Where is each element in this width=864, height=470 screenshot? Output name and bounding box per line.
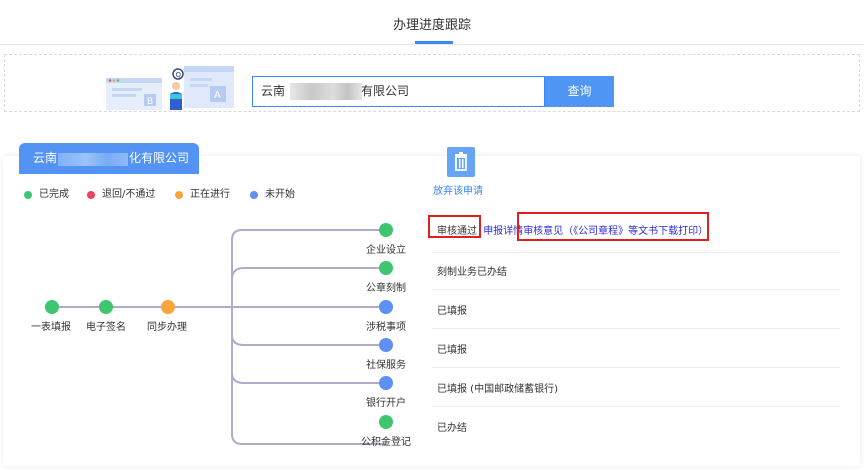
step-label-dianzi: 电子签名 <box>86 322 126 333</box>
step-dot-tongbu <box>161 300 175 314</box>
row-divider <box>432 252 840 253</box>
row-divider <box>432 367 840 368</box>
branch-dot-shesui <box>379 300 393 314</box>
step-dot-yibiao <box>45 300 59 314</box>
branch-label-gongjijin: 公积金登记 <box>361 437 411 448</box>
step-label-yibiao: 一表填报 <box>31 322 71 333</box>
status-row-yinhang: 已填报 (中国邮政储蓄银行) <box>437 384 558 395</box>
highlight-box-status <box>428 215 481 238</box>
branch-label-shesui: 涉税事项 <box>366 322 406 333</box>
step-label-tongbu: 同步办理 <box>147 322 187 333</box>
branch-dot-gongzhang <box>379 261 393 275</box>
branch-dot-yinhang <box>379 376 393 390</box>
branch-dot-gongjijin <box>379 415 393 429</box>
branch-label-gongzhang: 公章刻制 <box>366 283 406 294</box>
status-row-gongzhang: 刻制业务已办结 <box>437 267 507 278</box>
branch-dot-shebao <box>379 338 393 352</box>
status-row-shebao: 已填报 <box>437 345 467 356</box>
branch-dot-qiye <box>379 223 393 237</box>
status-row-gongjijin: 已办结 <box>437 423 467 434</box>
status-row-shesui: 已填报 <box>437 306 467 317</box>
branch-label-qiye: 企业设立 <box>366 245 406 256</box>
row-divider <box>432 328 840 329</box>
step-dot-dianzi <box>99 300 113 314</box>
branch-label-yinhang: 银行开户 <box>366 398 406 409</box>
branch-label-shebao: 社保服务 <box>366 360 406 371</box>
highlight-box-opinion <box>517 212 709 241</box>
row-divider <box>432 289 840 290</box>
row-divider <box>432 406 840 407</box>
